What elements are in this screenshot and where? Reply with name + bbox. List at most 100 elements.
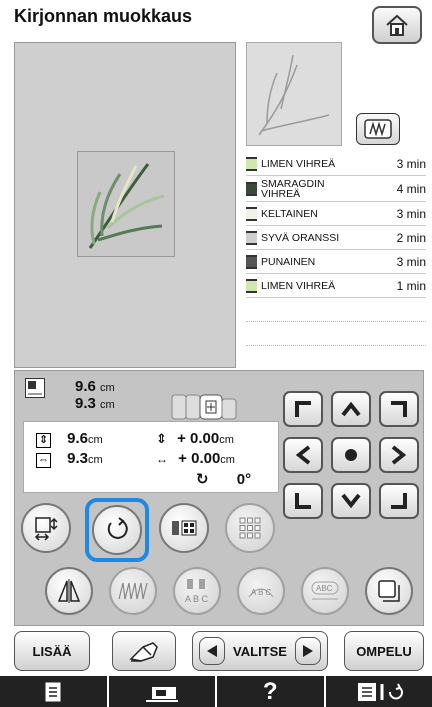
svg-text:A B C: A B C — [185, 594, 209, 604]
move-down-right-button[interactable] — [379, 483, 419, 519]
action-bar: LISÄÄ VALITSE OMPELU — [14, 629, 424, 673]
chevron-left-icon — [295, 445, 311, 465]
offset-unit: cm — [219, 434, 234, 446]
size-height: 9.3 — [75, 395, 96, 412]
character-spacing-button[interactable]: ABC — [301, 567, 349, 615]
move-center-button[interactable] — [331, 437, 371, 473]
select-group: VALITSE — [192, 631, 328, 671]
corner-down-right-icon — [391, 493, 407, 509]
arc-text-icon: A B C — [248, 588, 274, 598]
help-button[interactable]: ? — [217, 676, 326, 707]
rotation-value: 0° — [236, 471, 252, 488]
help-icon: ? — [262, 677, 278, 705]
select-label: VALITSE — [233, 643, 287, 659]
chevron-down-icon — [341, 493, 361, 509]
text-arc-button[interactable]: A B C — [237, 567, 285, 615]
embroidery-view-button[interactable] — [356, 113, 400, 145]
move-left-button[interactable] — [283, 437, 323, 473]
thread-spool-icon — [246, 181, 257, 196]
color-row[interactable]: SMARAGDIN VIHREÄ 4 min — [246, 176, 426, 202]
mirror-button[interactable] — [45, 567, 93, 615]
border-button[interactable] — [365, 567, 413, 615]
thread-time: 4 min — [396, 181, 426, 196]
empty-row — [246, 322, 426, 346]
thread-spool-icon — [246, 254, 257, 269]
thread-name: PUNAINEN — [261, 255, 316, 268]
thread-name: SMARAGDIN VIHREÄ — [261, 177, 325, 200]
page-title: Kirjonnan muokkaus — [14, 6, 193, 26]
thread-time: 3 min — [396, 156, 426, 171]
grid-icon — [239, 517, 261, 539]
frame-icon — [170, 391, 240, 423]
machine-button[interactable] — [109, 676, 217, 707]
center-dot-icon — [345, 449, 357, 461]
size-width: 9.6 — [75, 378, 96, 395]
char-spacing-icon: ABC — [311, 581, 339, 600]
empty-row — [246, 298, 426, 322]
home-button[interactable] — [372, 6, 422, 44]
color-row[interactable]: PUNAINEN 3 min — [246, 250, 426, 274]
svg-text:ABC: ABC — [316, 584, 333, 593]
move-pad — [283, 391, 419, 523]
thread-time: 2 min — [396, 230, 426, 245]
triangle-right-icon — [303, 645, 313, 657]
move-up-button[interactable] — [331, 391, 371, 427]
delete-button[interactable] — [112, 631, 176, 671]
bottom-toolbar: ? — [0, 676, 432, 707]
thread-color-list: LIMEN VIHREÄ 3 min SMARAGDIN VIHREÄ 4 mi… — [246, 152, 426, 346]
leaf-thumbnail-icon — [258, 54, 330, 136]
thread-spool-icon — [246, 206, 257, 221]
color-row[interactable]: LIMEN VIHREÄ 1 min — [246, 274, 426, 298]
move-down-button[interactable] — [331, 483, 371, 519]
color-row[interactable]: LIMEN VIHREÄ 3 min — [246, 152, 426, 176]
sew-button[interactable]: OMPELU — [344, 631, 424, 671]
height-value: 9.6 — [67, 430, 89, 447]
rotation-icon: ↻ — [196, 471, 209, 488]
width-unit: cm — [88, 454, 103, 466]
density-button[interactable] — [109, 567, 157, 615]
pattern-size: 9.6 cm 9.3 cm — [75, 379, 115, 413]
thread-name: SYVÄ ORANSSI — [261, 231, 340, 244]
thread-palette-icon — [172, 520, 197, 536]
vertical-offset: + 0.00 — [177, 430, 220, 447]
corner-up-left-icon — [295, 401, 311, 417]
next-button[interactable] — [295, 637, 321, 665]
edit-panel: 9.6 cm 9.3 cm ⇕ 9.6cm ⇔ 9.3cm ⇕ + 0.00cm… — [14, 370, 424, 626]
array-button[interactable] — [225, 503, 275, 553]
thread-time: 3 min — [396, 254, 426, 269]
pattern-area[interactable] — [77, 151, 175, 257]
border-icon — [378, 580, 400, 602]
vertical-offset-icon: ⇕ — [156, 431, 167, 446]
resize-button[interactable] — [21, 503, 71, 553]
move-right-button[interactable] — [379, 437, 419, 473]
color-change-button[interactable] — [159, 503, 209, 553]
size-icon — [25, 378, 45, 398]
move-down-left-button[interactable] — [283, 483, 323, 519]
leaf-pattern-icon — [88, 163, 165, 249]
settings-button[interactable] — [326, 676, 432, 707]
thread-card-icon — [364, 119, 392, 139]
corner-up-right-icon — [391, 401, 407, 417]
thread-spool-icon — [246, 278, 257, 293]
add-button[interactable]: LISÄÄ — [14, 631, 90, 671]
height-unit: cm — [88, 434, 103, 446]
move-up-right-button[interactable] — [379, 391, 419, 427]
text-spacing-button[interactable]: A B C — [173, 567, 221, 615]
offset-unit: cm — [220, 454, 235, 466]
width-icon: ⇔ — [36, 453, 51, 468]
eraser-icon — [129, 642, 158, 662]
text-spacing-icon: A B C — [185, 579, 209, 604]
sewing-machine-icon — [145, 686, 178, 702]
previous-button[interactable] — [199, 637, 225, 665]
thread-time: 1 min — [396, 278, 426, 293]
rotate-button[interactable] — [92, 505, 142, 555]
move-up-left-button[interactable] — [283, 391, 323, 427]
size-unit: cm — [100, 382, 115, 394]
color-row[interactable]: KELTAINEN 3 min — [246, 202, 426, 226]
embroidery-preview[interactable] — [14, 42, 236, 368]
thread-time: 3 min — [396, 206, 426, 221]
document-button[interactable] — [0, 676, 109, 707]
color-row[interactable]: SYVÄ ORANSSI 2 min — [246, 226, 426, 250]
mirror-icon — [57, 579, 81, 603]
thread-spool-icon — [246, 230, 257, 245]
